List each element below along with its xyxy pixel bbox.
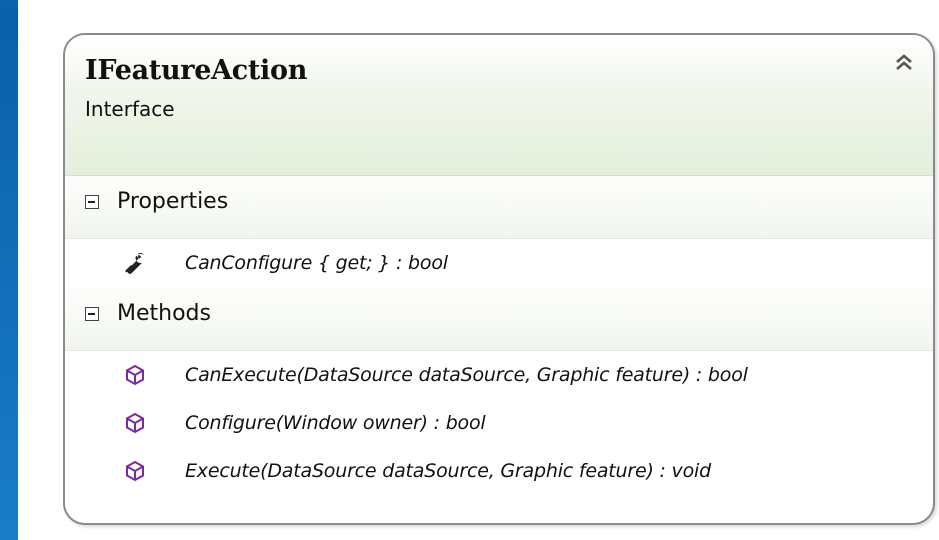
minus-box-icon[interactable] <box>85 307 99 321</box>
section-header-properties: Properties <box>65 176 933 239</box>
method-row-configure[interactable]: Configure(Window owner) : bool <box>65 401 933 447</box>
diagram-canvas: IFeatureAction Interface Properties CanC… <box>18 0 939 540</box>
method-signature: CanExecute(DataSource dataSource, Graphi… <box>185 364 748 386</box>
method-signature: Execute(DataSource dataSource, Graphic f… <box>185 460 711 482</box>
property-signature: CanConfigure { get; } : bool <box>185 252 448 274</box>
method-signature: Configure(Window owner) : bool <box>185 412 486 434</box>
method-row-execute[interactable]: Execute(DataSource dataSource, Graphic f… <box>65 449 933 495</box>
method-cube-icon <box>126 364 144 386</box>
method-cube-icon <box>126 460 144 482</box>
minus-box-icon[interactable] <box>85 195 99 209</box>
section-header-methods: Methods <box>65 288 933 351</box>
class-shape-ifeatureaction[interactable]: IFeatureAction Interface Properties CanC… <box>63 33 935 525</box>
method-cube-icon <box>126 412 144 434</box>
double-chevron-up-icon[interactable] <box>893 51 915 73</box>
method-row-canexecute[interactable]: CanExecute(DataSource dataSource, Graphi… <box>65 353 933 399</box>
section-label-properties: Properties <box>117 189 229 214</box>
section-label-methods: Methods <box>117 301 211 326</box>
class-name: IFeatureAction <box>85 55 308 86</box>
wrench-icon <box>125 253 144 274</box>
property-row-canconfigure[interactable]: CanConfigure { get; } : bool <box>65 241 933 287</box>
class-stereotype: Interface <box>85 97 175 121</box>
class-header: IFeatureAction Interface <box>65 35 933 176</box>
